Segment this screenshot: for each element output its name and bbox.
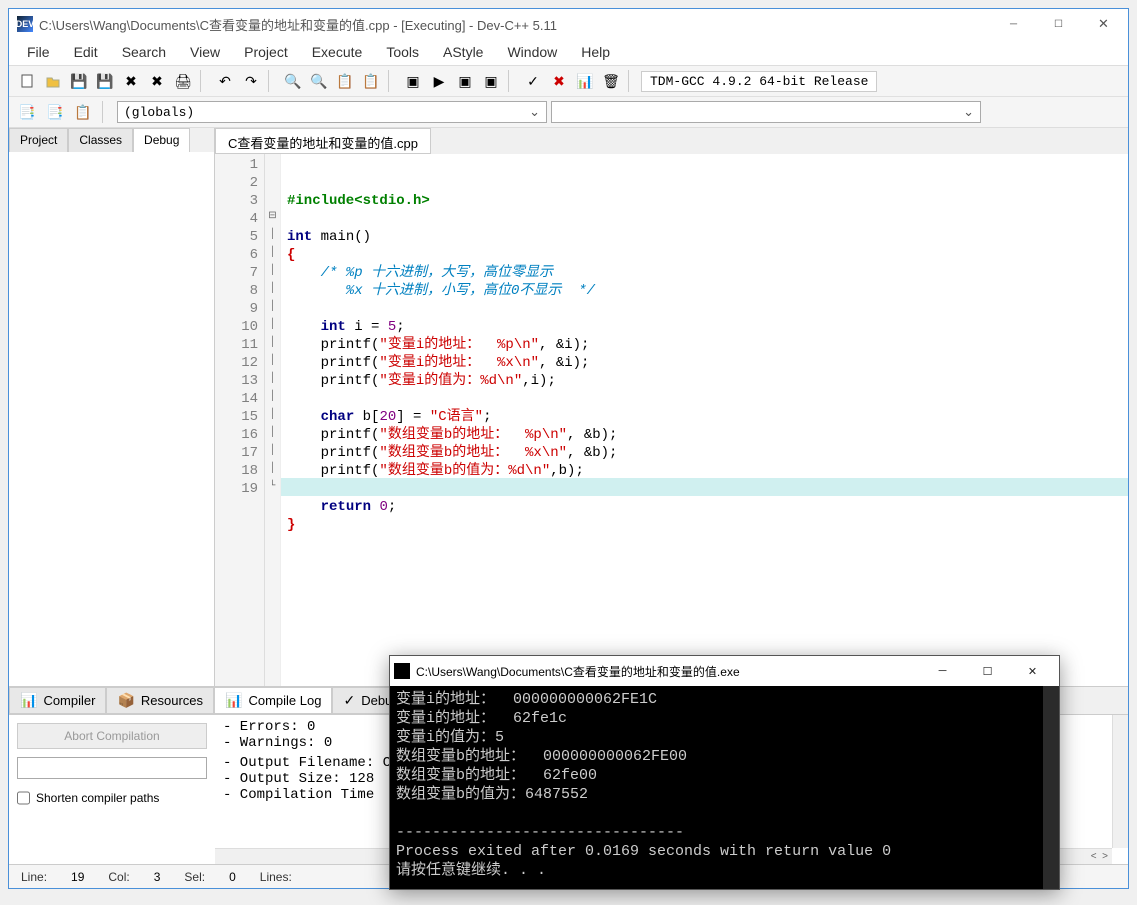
fold-gutter[interactable]: ⊟ │ │ │ │ │ │ │ │ │ │ │ │ │ │ └ — [265, 154, 281, 686]
run-icon[interactable]: ▶ — [427, 69, 451, 93]
goto-icon[interactable]: 📋 — [333, 69, 357, 93]
undo-icon[interactable]: ↶ — [213, 69, 237, 93]
menu-tools[interactable]: Tools — [376, 42, 429, 62]
replace-icon[interactable]: 🔍 — [307, 69, 331, 93]
stop-icon[interactable]: ✖ — [547, 69, 571, 93]
menu-search[interactable]: Search — [112, 42, 176, 62]
menu-file[interactable]: File — [17, 42, 60, 62]
menu-edit[interactable]: Edit — [64, 42, 108, 62]
compiler-selector[interactable]: TDM-GCC 4.9.2 64-bit Release — [641, 71, 877, 92]
shorten-paths-checkbox[interactable]: Shorten compiler paths — [17, 787, 207, 809]
abort-compilation-button[interactable]: Abort Compilation — [17, 723, 207, 749]
goto2-icon[interactable]: 📋 — [359, 69, 383, 93]
title-bar: DEV C:\Users\Wang\Documents\C查看变量的地址和变量的… — [9, 9, 1128, 39]
console-minimize-button[interactable]: ─ — [920, 665, 965, 677]
line-gutter: 1 2 3 4 5 6 7 8 9 10 11 12 13 14 15 16 1… — [215, 154, 265, 686]
status-line-label: Line: — [9, 870, 59, 884]
app-icon: DEV — [17, 16, 33, 32]
log-vscroll[interactable] — [1112, 715, 1128, 848]
console-titlebar: C:\Users\Wang\Documents\C查看变量的地址和变量的值.ex… — [390, 656, 1059, 686]
btab-compiler[interactable]: 📊Compiler — [9, 687, 106, 714]
menu-astyle[interactable]: AStyle — [433, 42, 493, 62]
compile-run-icon[interactable]: ▣ — [453, 69, 477, 93]
status-sel-value: 0 — [217, 870, 248, 884]
debug2-icon[interactable]: 📋 — [71, 100, 95, 124]
menu-project[interactable]: Project — [234, 42, 298, 62]
console-maximize-button[interactable]: ☐ — [965, 665, 1010, 678]
status-lines-label: Lines: — [248, 870, 304, 884]
maximize-button[interactable]: ☐ — [1036, 10, 1081, 39]
close-all-icon[interactable]: ✖ — [145, 69, 169, 93]
new-file-icon[interactable] — [15, 69, 39, 93]
btab-resources[interactable]: 📦Resources — [106, 687, 214, 714]
console-close-button[interactable]: ✕ — [1010, 665, 1055, 678]
close-file-icon[interactable]: ✖ — [119, 69, 143, 93]
save-all-icon[interactable]: 💾 — [93, 69, 117, 93]
editor-tab-active[interactable]: C查看变量的地址和变量的值.cpp — [215, 128, 431, 154]
tab-project[interactable]: Project — [9, 128, 68, 152]
tab-debug[interactable]: Debug — [133, 128, 190, 152]
menu-execute[interactable]: Execute — [302, 42, 373, 62]
console-window: C:\Users\Wang\Documents\C查看变量的地址和变量的值.ex… — [389, 655, 1060, 890]
btab-compile-log[interactable]: 📊Compile Log — [214, 687, 332, 714]
log-icon: 📊 — [225, 692, 242, 709]
filter-input[interactable] — [17, 757, 207, 779]
functions-combo[interactable]: ⌄ — [551, 101, 981, 123]
resources-icon: 📦 — [117, 692, 134, 709]
menu-view[interactable]: View — [180, 42, 230, 62]
left-panel: Project Classes Debug — [9, 128, 215, 686]
console-icon — [394, 663, 410, 679]
toolbars: 💾 💾 ✖ ✖ 🖨 ↶ ↷ 🔍 🔍 📋 📋 ▣ ▶ ▣ ▣ ✓ ✖ 📊 🗑 TD… — [9, 65, 1128, 128]
minimize-button[interactable]: ─ — [991, 10, 1036, 39]
menu-bar: File Edit Search View Project Execute To… — [9, 39, 1128, 65]
compile-icon[interactable]: ▣ — [401, 69, 425, 93]
code-editor[interactable]: 1 2 3 4 5 6 7 8 9 10 11 12 13 14 15 16 1… — [215, 154, 1128, 686]
goto-bookmark-icon[interactable]: 📑 — [43, 100, 67, 124]
open-icon[interactable] — [41, 69, 65, 93]
rebuild-icon[interactable]: ▣ — [479, 69, 503, 93]
menu-window[interactable]: Window — [497, 42, 567, 62]
compiler-icon: 📊 — [20, 692, 37, 709]
cleanup-icon[interactable]: 🗑 — [599, 69, 623, 93]
find-icon[interactable]: 🔍 — [281, 69, 305, 93]
editor-tabs: C查看变量的地址和变量的值.cpp — [215, 128, 1128, 154]
bookmark-icon[interactable]: 📑 — [15, 100, 39, 124]
debug-tab-icon: ✓ — [343, 692, 355, 709]
status-line-value: 19 — [59, 870, 96, 884]
menu-help[interactable]: Help — [571, 42, 620, 62]
profile-icon[interactable]: 📊 — [573, 69, 597, 93]
console-title-text: C:\Users\Wang\Documents\C查看变量的地址和变量的值.ex… — [416, 663, 920, 680]
print-icon[interactable]: 🖨 — [171, 69, 195, 93]
save-icon[interactable]: 💾 — [67, 69, 91, 93]
status-sel-label: Sel: — [172, 870, 217, 884]
status-col-value: 3 — [142, 870, 173, 884]
debug-icon[interactable]: ✓ — [521, 69, 545, 93]
redo-icon[interactable]: ↷ — [239, 69, 263, 93]
window-title: C:\Users\Wang\Documents\C查看变量的地址和变量的值.cp… — [39, 15, 991, 34]
globals-combo[interactable]: (globals)⌄ — [117, 101, 547, 123]
console-vscroll[interactable] — [1043, 686, 1059, 889]
close-button[interactable]: ✕ — [1081, 10, 1126, 39]
status-col-label: Col: — [96, 870, 141, 884]
tab-classes[interactable]: Classes — [68, 128, 133, 152]
console-output: 变量i的地址： 000000000062FE1C 变量i的地址： 62fe1c … — [390, 686, 1059, 884]
debug-panel — [9, 152, 214, 686]
left-tabs: Project Classes Debug — [9, 128, 214, 152]
